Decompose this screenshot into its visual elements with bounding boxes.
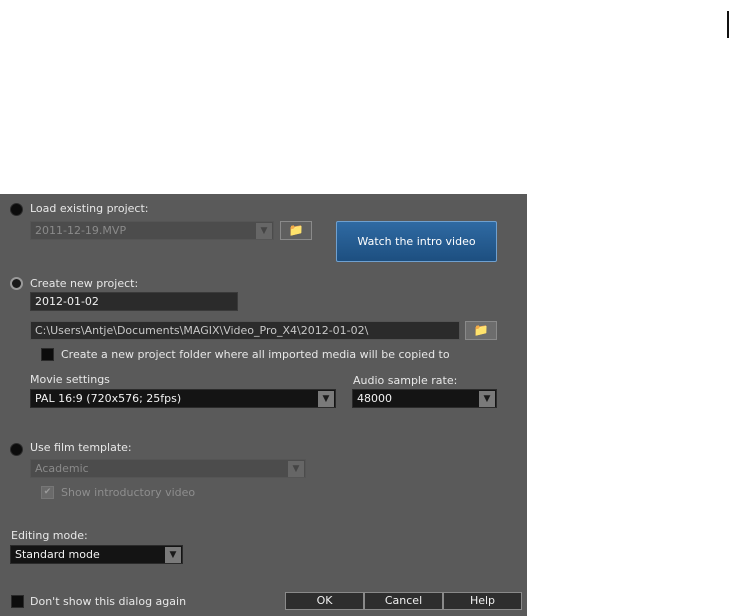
watch-intro-video-button[interactable]: Watch the intro video [336, 221, 497, 262]
audio-sample-rate-dropdown[interactable]: 48000 ▼ [352, 389, 497, 408]
chevron-down-icon: ▼ [256, 223, 272, 239]
chevron-down-icon: ▼ [479, 391, 495, 407]
new-project-dialog: Load existing project: 2011-12-19.MVP ▼ … [0, 194, 527, 616]
editing-mode-label: Editing mode: [11, 529, 88, 542]
film-template-dropdown[interactable]: Academic ▼ [30, 459, 306, 478]
new-folder-checkbox[interactable] [41, 348, 54, 361]
project-path-input[interactable]: C:\Users\Antje\Documents\MAGIX\Video_Pro… [30, 321, 460, 340]
movie-settings-dropdown[interactable]: PAL 16:9 (720x576; 25fps) ▼ [30, 389, 336, 408]
load-project-radio[interactable] [10, 203, 23, 216]
folder-icon: 📁 [288, 223, 304, 237]
cancel-button[interactable]: Cancel [364, 592, 443, 610]
editing-mode-value: Standard mode [15, 548, 100, 561]
top-edge-mark [727, 11, 729, 38]
load-project-browse-button[interactable]: 📁 [280, 221, 312, 240]
help-button[interactable]: Help [443, 592, 522, 610]
project-path-browse-button[interactable]: 📁 [465, 321, 497, 340]
film-template-label: Use film template: [30, 441, 132, 454]
movie-settings-value: PAL 16:9 (720x576; 25fps) [35, 392, 182, 405]
film-template-radio[interactable] [10, 443, 23, 456]
film-template-value: Academic [35, 462, 89, 475]
chevron-down-icon: ▼ [165, 547, 181, 563]
folder-icon: 📁 [473, 323, 489, 337]
editing-mode-dropdown[interactable]: Standard mode ▼ [10, 545, 183, 564]
load-project-label: Load existing project: [30, 202, 149, 215]
create-project-radio[interactable] [10, 277, 23, 290]
load-project-dropdown[interactable]: 2011-12-19.MVP ▼ [30, 221, 274, 240]
ok-button[interactable]: OK [285, 592, 364, 610]
dont-show-again-label: Don't show this dialog again [30, 595, 187, 608]
dont-show-again-checkbox[interactable] [11, 595, 24, 608]
chevron-down-icon: ▼ [318, 391, 334, 407]
movie-settings-label: Movie settings [30, 373, 110, 386]
show-intro-label: Show introductory video [61, 486, 196, 499]
load-project-value: 2011-12-19.MVP [35, 224, 127, 237]
chevron-down-icon: ▼ [288, 461, 304, 477]
new-folder-label: Create a new project folder where all im… [61, 348, 450, 361]
project-name-input[interactable]: 2012-01-02 [30, 292, 238, 311]
show-intro-checkbox[interactable]: ✔ [41, 486, 54, 499]
audio-sample-rate-value: 48000 [357, 392, 392, 405]
audio-sample-rate-label: Audio sample rate: [353, 374, 458, 387]
create-project-label: Create new project: [30, 277, 139, 290]
